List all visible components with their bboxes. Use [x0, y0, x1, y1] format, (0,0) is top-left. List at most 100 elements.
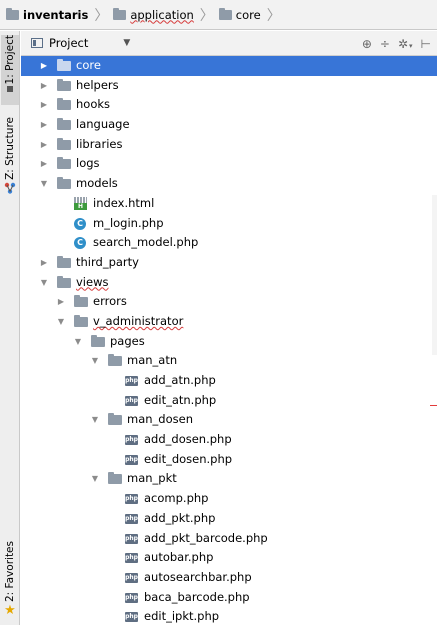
hide-icon[interactable]: ⊢: [421, 37, 431, 51]
tab-favorites[interactable]: 2: Favorites ★: [1, 541, 19, 617]
tree-file-row[interactable]: php add_atn.php: [21, 371, 437, 391]
collapse-arrow-icon[interactable]: ▶: [39, 76, 49, 96]
target-icon[interactable]: ⊕: [362, 37, 372, 51]
breadcrumb-item-inventaris[interactable]: inventaris: [6, 7, 89, 22]
tree-folder-row[interactable]: ▼ views: [21, 273, 437, 293]
tree-file-row[interactable]: php edit_dosen.php: [21, 450, 437, 470]
editor-gutter: [432, 195, 437, 355]
tab-structure[interactable]: Z: Structure: [1, 117, 19, 197]
tree-folder-row[interactable]: ▼ man_atn: [21, 351, 437, 371]
tree-item-label: add_pkt_barcode.php: [144, 530, 268, 545]
tree-file-row[interactable]: php add_dosen.php: [21, 430, 437, 450]
tree-folder-row[interactable]: ▶ third_party: [21, 253, 437, 273]
tree-item-label: man_dosen: [127, 412, 193, 427]
tree-item-label: hooks: [76, 97, 111, 112]
folder-icon: [57, 177, 71, 190]
tree-folder-row[interactable]: ▶ helpers: [21, 76, 437, 96]
folder-icon: [57, 118, 71, 131]
error-marker: [430, 405, 437, 406]
tree-item-label: pages: [110, 333, 145, 348]
expand-arrow-icon[interactable]: ▼: [90, 351, 100, 371]
expand-arrow-icon[interactable]: ▼: [56, 312, 66, 332]
folder-icon: [74, 314, 88, 327]
tree-folder-row[interactable]: ▶ language: [21, 115, 437, 135]
tree-item-label: autosearchbar.php: [144, 569, 252, 584]
tree-folder-row[interactable]: ▶ hooks: [21, 95, 437, 115]
tree-folder-row[interactable]: ▶ errors: [21, 292, 437, 312]
tree-folder-row[interactable]: ▼ v_administrator: [21, 312, 437, 332]
folder-icon: [57, 137, 71, 150]
breadcrumb-label: core: [235, 7, 261, 22]
class-file-icon: C: [74, 237, 86, 250]
breadcrumb-label: inventaris: [23, 7, 89, 22]
collapse-arrow-icon[interactable]: ▶: [39, 95, 49, 115]
tree-file-row[interactable]: php edit_ipkt.php: [21, 607, 437, 627]
php-file-icon: php: [125, 572, 138, 583]
folder-icon: [57, 255, 71, 268]
tree-item-label: man_atn: [127, 353, 178, 368]
tree-folder-row[interactable]: ▼ pages: [21, 332, 437, 352]
panel-toolbar: ⊕ ÷ ✲▾ ⊢: [354, 31, 431, 56]
folder-icon: [108, 472, 122, 485]
tree-item-label: autobar.php: [144, 550, 214, 565]
tree-file-row[interactable]: php autosearchbar.php: [21, 568, 437, 588]
tree-folder-row[interactable]: ▼ models: [21, 174, 437, 194]
php-file-icon: php: [125, 612, 138, 623]
php-file-icon: php: [125, 435, 138, 446]
breadcrumb-item-core[interactable]: core: [218, 7, 261, 22]
collapse-arrow-icon[interactable]: ▶: [39, 56, 49, 76]
folder-icon: [91, 334, 105, 347]
expand-arrow-icon[interactable]: ▼: [90, 469, 100, 489]
folder-icon: [108, 413, 122, 426]
tree-folder-row[interactable]: ▶ logs: [21, 154, 437, 174]
folder-icon: [57, 275, 71, 288]
tree-folder-row[interactable]: ▼ man_dosen: [21, 410, 437, 430]
breadcrumb-item-application[interactable]: application: [113, 7, 194, 22]
tree-folder-row[interactable]: ▶ libraries: [21, 135, 437, 155]
tree-item-label: baca_barcode.php: [144, 589, 250, 604]
tree-item-label: add_dosen.php: [144, 432, 232, 447]
tree-file-row[interactable]: php add_pkt.php: [21, 509, 437, 529]
tree-file-row[interactable]: php acomp.php: [21, 489, 437, 509]
tree-folder-row[interactable]: ▼ man_pkt: [21, 469, 437, 489]
tree-item-label: add_atn.php: [144, 373, 216, 387]
php-file-icon: php: [125, 494, 138, 505]
project-view-selector[interactable]: Project: [49, 36, 88, 50]
collapse-arrow-icon[interactable]: ▶: [39, 154, 49, 174]
tree-file-row[interactable]: php baca_barcode.php: [21, 588, 437, 608]
collapse-icon[interactable]: ÷: [380, 37, 390, 51]
tree-file-row[interactable]: php add_pkt_barcode.php: [21, 529, 437, 549]
tree-file-row[interactable]: Hindex.html: [21, 194, 437, 214]
breadcrumb-separator: 〉: [266, 7, 281, 24]
tree-folder-row[interactable]: ▶ core: [21, 56, 437, 76]
folder-icon: [57, 78, 71, 91]
chevron-down-icon[interactable]: ▼: [123, 38, 130, 48]
collapse-arrow-icon[interactable]: ▶: [39, 253, 49, 273]
expand-arrow-icon[interactable]: ▼: [90, 410, 100, 430]
tree-file-row[interactable]: Cm_login.php: [21, 214, 437, 234]
expand-arrow-icon[interactable]: ▼: [39, 273, 49, 293]
tree-item-label: index.html: [93, 195, 155, 210]
tree-file-row[interactable]: php edit_atn.php: [21, 391, 437, 411]
expand-arrow-icon[interactable]: ▼: [39, 174, 49, 194]
tree-file-row[interactable]: php autobar.php: [21, 548, 437, 568]
folder-icon: [57, 98, 71, 111]
php-file-icon: php: [125, 395, 138, 406]
gear-icon[interactable]: ✲▾: [398, 37, 413, 51]
tree-item-label: logs: [76, 156, 100, 171]
tree-item-label: core: [76, 58, 101, 72]
tree-item-label: language: [76, 117, 130, 132]
tool-window-strip: 1: Project Z: Structure 2: Favorites ★: [0, 31, 20, 625]
tree-file-row[interactable]: Csearch_model.php: [21, 233, 437, 253]
php-file-icon: php: [125, 513, 138, 524]
tab-project[interactable]: 1: Project: [1, 35, 19, 105]
collapse-arrow-icon[interactable]: ▶: [56, 292, 66, 312]
project-panel: Project ▼ ⊕ ÷ ✲▾ ⊢ ▶ core ▶ helpers ▶ hooks ▶ l…: [21, 31, 437, 625]
expand-arrow-icon[interactable]: ▼: [73, 332, 83, 352]
collapse-arrow-icon[interactable]: ▶: [39, 135, 49, 155]
html-file-icon: H: [74, 196, 87, 210]
collapse-arrow-icon[interactable]: ▶: [39, 115, 49, 135]
tree-item-label: errors: [93, 294, 127, 309]
tree-item-label: m_login.php: [93, 215, 164, 230]
tree-item-label: libraries: [76, 136, 123, 151]
